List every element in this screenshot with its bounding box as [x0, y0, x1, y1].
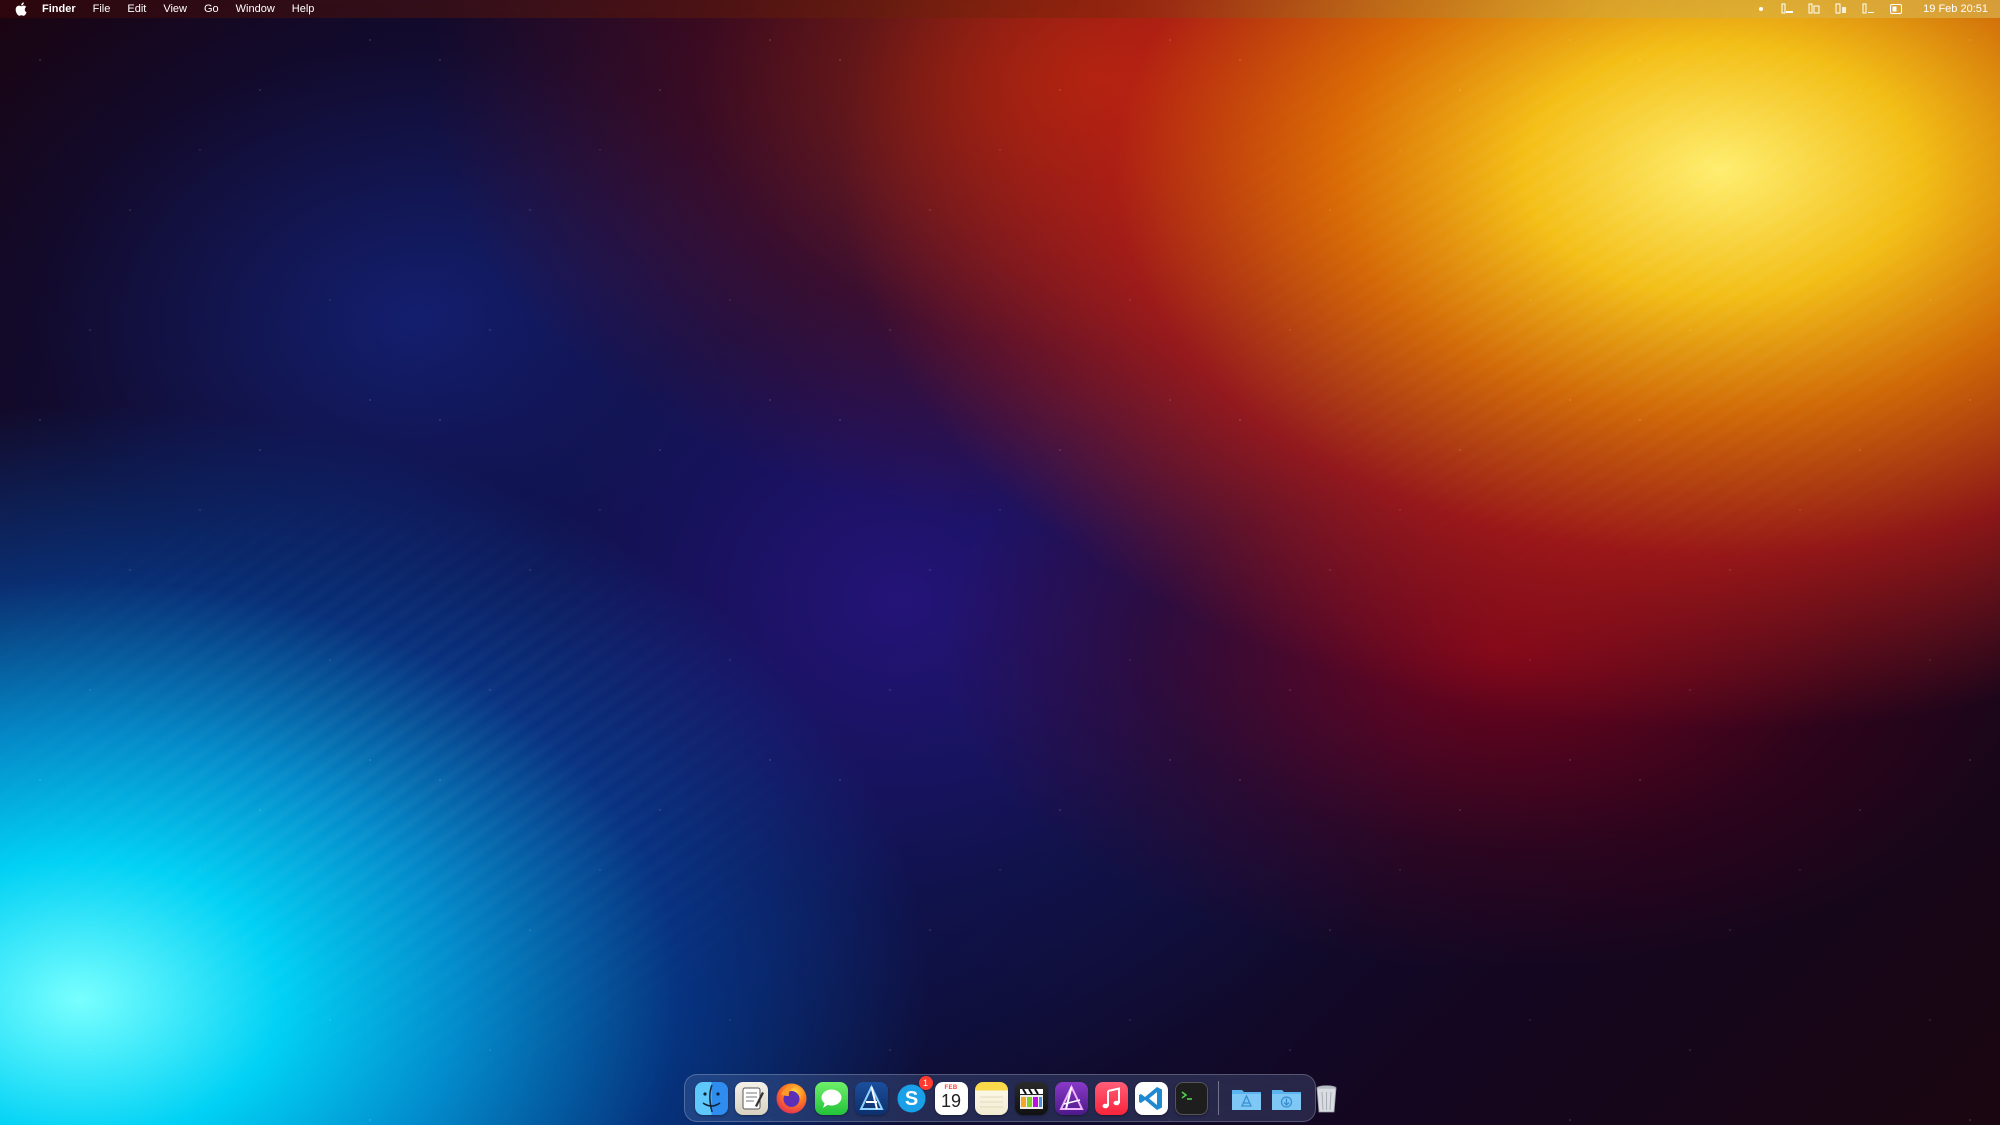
- affinity-designer-icon: [858, 1084, 884, 1110]
- status-dot-icon[interactable]: [1754, 3, 1768, 15]
- music-icon: [1102, 1086, 1120, 1108]
- dock-affinity-photo[interactable]: [1054, 1081, 1088, 1115]
- dock-firefox[interactable]: [775, 1082, 808, 1115]
- dock-music[interactable]: [1094, 1081, 1128, 1115]
- firefox-icon: [776, 1083, 806, 1113]
- dock-downloads-folder[interactable]: [1270, 1082, 1303, 1115]
- desktop-wallpaper: [0, 0, 2000, 1125]
- menu-file[interactable]: File: [93, 0, 111, 18]
- terminal-icon: [1181, 1090, 1192, 1100]
- final-cut-pro-icon: [1019, 1087, 1043, 1109]
- dock-trash[interactable]: [1310, 1082, 1343, 1115]
- status-extension-4-icon[interactable]: [1862, 3, 1876, 15]
- menu-edit[interactable]: Edit: [127, 0, 146, 18]
- dock-messages[interactable]: [814, 1081, 848, 1115]
- menu-app-name[interactable]: Finder: [42, 0, 76, 18]
- status-extension-2-icon[interactable]: [1808, 3, 1822, 15]
- dock-script-editor[interactable]: [734, 1081, 768, 1115]
- skype-badge: 1: [918, 1075, 933, 1090]
- downloads-folder-icon: [1271, 1089, 1301, 1110]
- applications-folder-icon: [1231, 1089, 1261, 1110]
- dock-skype[interactable]: S 1: [895, 1075, 933, 1115]
- dock-vscode[interactable]: [1134, 1081, 1168, 1115]
- script-editor-icon: [742, 1087, 764, 1109]
- dock-finder[interactable]: [694, 1081, 728, 1115]
- dock-calendar[interactable]: FEB 19: [934, 1081, 968, 1115]
- svg-text:S: S: [904, 1088, 917, 1110]
- wallpaper-stars: [0, 0, 2000, 1125]
- menu-bar-clock[interactable]: 19 Feb 20:51: [1923, 3, 1988, 15]
- trash-icon: [1316, 1084, 1336, 1112]
- apple-logo-icon[interactable]: [14, 2, 28, 16]
- affinity-photo-icon: [1058, 1084, 1084, 1110]
- finder-icon: [702, 1084, 720, 1112]
- notes-icon: [979, 1096, 1003, 1107]
- control-center-icon[interactable]: [1889, 3, 1903, 15]
- dock-notes[interactable]: [974, 1081, 1008, 1115]
- messages-icon: [821, 1089, 841, 1108]
- dock-applications-folder[interactable]: [1230, 1082, 1263, 1115]
- menu-view[interactable]: View: [163, 0, 187, 18]
- status-extension-3-icon[interactable]: [1835, 3, 1849, 15]
- dock-terminal[interactable]: [1174, 1081, 1208, 1115]
- dock: S 1 FEB 19: [684, 1074, 1336, 1122]
- calendar-day-label: 19: [940, 1090, 962, 1111]
- status-extension-1-icon[interactable]: [1781, 3, 1795, 15]
- dock-separator: [1218, 1081, 1219, 1115]
- dock-affinity-designer[interactable]: [854, 1081, 888, 1115]
- menu-window[interactable]: Window: [236, 0, 275, 18]
- menu-go[interactable]: Go: [204, 0, 219, 18]
- menu-help[interactable]: Help: [292, 0, 315, 18]
- menu-bar-left: Finder File Edit View Go Window Help: [0, 0, 331, 18]
- menu-bar-right: 19 Feb 20:51: [1741, 0, 2000, 18]
- menu-bar: Finder File Edit View Go Window Help 19 …: [0, 0, 2000, 18]
- dock-final-cut-pro[interactable]: [1014, 1081, 1048, 1115]
- vscode-icon: [1138, 1086, 1162, 1110]
